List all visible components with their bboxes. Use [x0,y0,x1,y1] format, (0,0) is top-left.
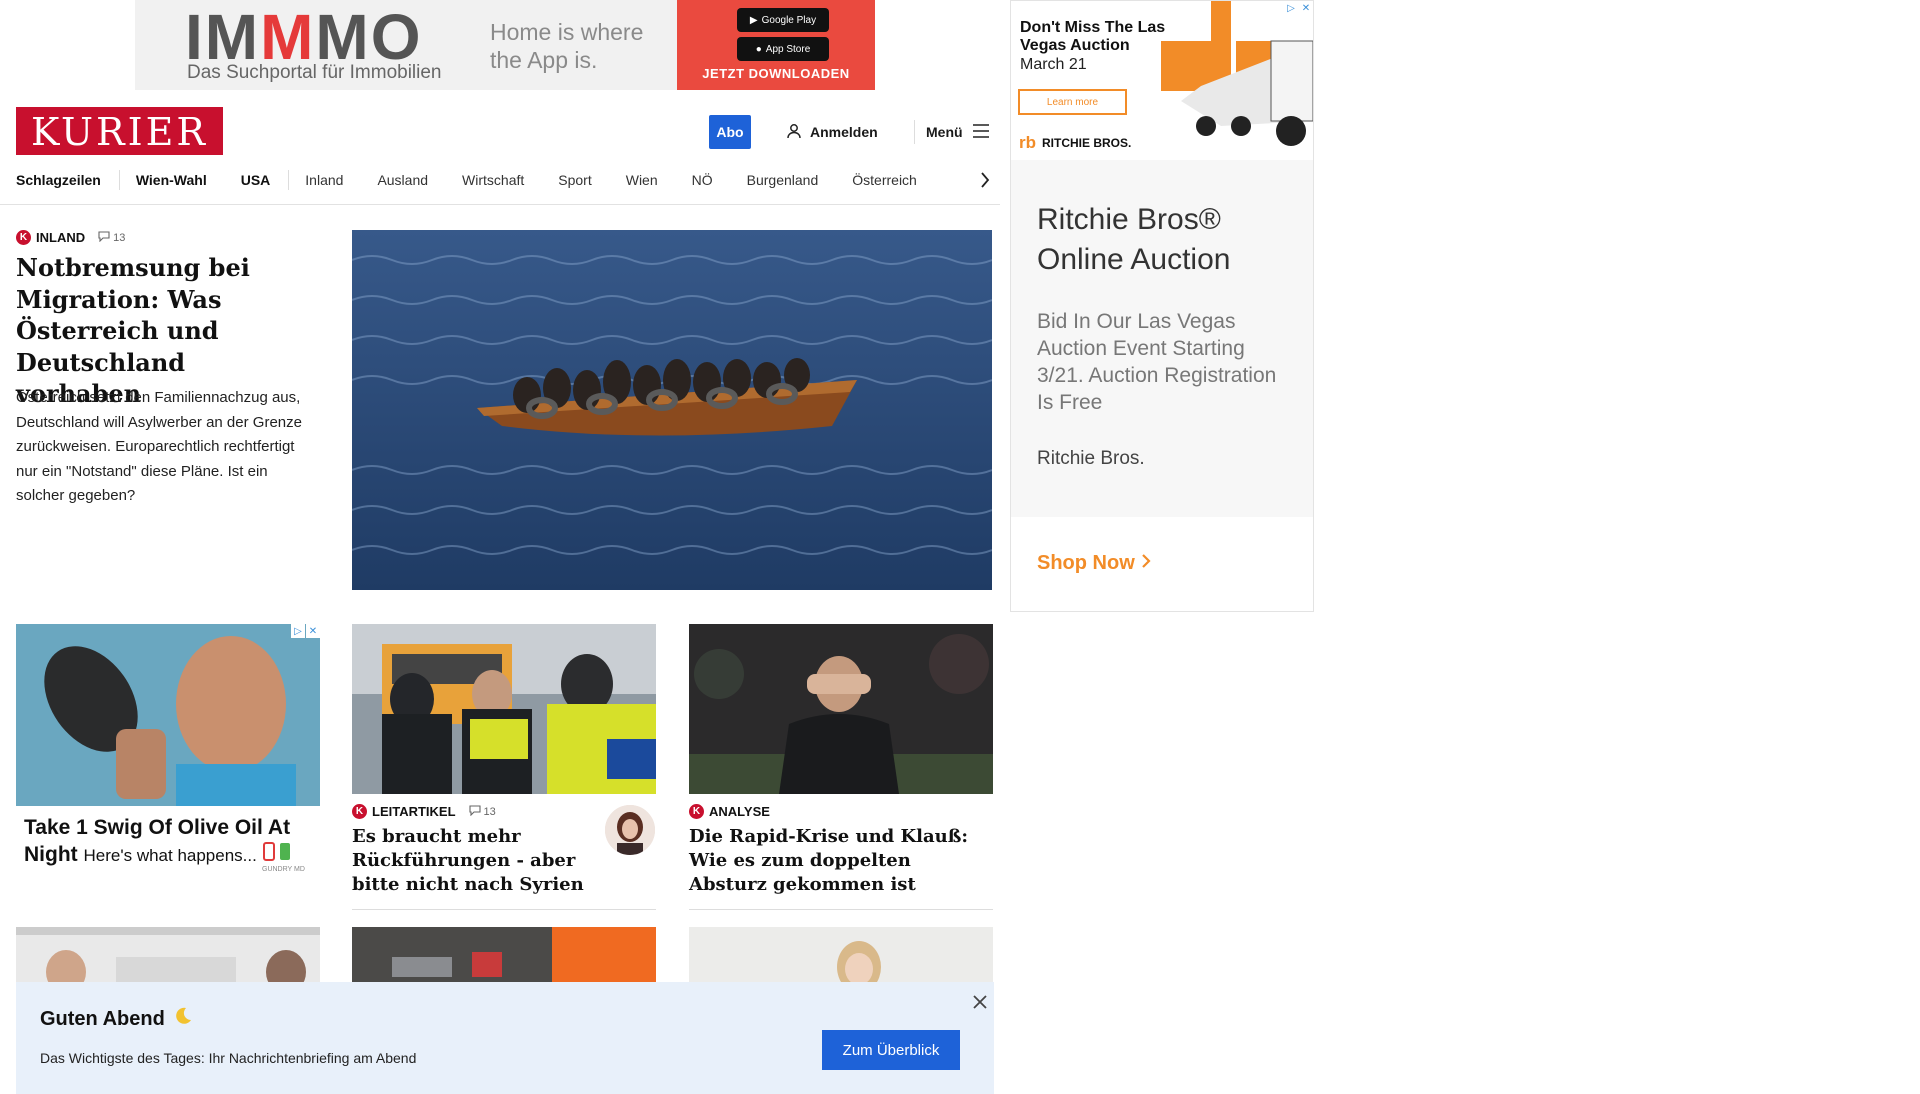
lead-kicker: K INLAND 13 [16,230,125,245]
nav-item-sport[interactable]: Sport [558,172,591,188]
article-card-peek-3[interactable] [689,927,993,987]
ad-brand: Ritchie Bros. [1037,448,1145,469]
zum-ueberblick-button[interactable]: Zum Überblick [822,1030,960,1070]
nav-item-usa[interactable]: USA [241,172,271,188]
ad-small-brand: rb RITCHIE BROS. [1019,133,1132,152]
ad-info-icon[interactable]: ▷ [291,624,305,638]
olive-ad-brand: GUNDRY MD [262,866,305,873]
abo-button[interactable]: Abo [709,115,751,149]
nav-item-inland[interactable]: Inland [305,172,343,188]
card1-comment-count[interactable]: 13 [468,804,496,819]
ad-footer: Shop Now [1011,518,1313,611]
ad-header-panel: Don't Miss The Las Vegas Auction March 2… [1011,1,1313,159]
ritchie-bros-ad[interactable]: Don't Miss The Las Vegas Auction March 2… [1010,0,1314,612]
shop-now-button[interactable]: Shop Now [1037,552,1151,575]
ad-dont-miss: Don't Miss The Las Vegas Auction [1020,19,1166,54]
lead-kicker-label: INLAND [36,230,86,245]
header-divider [914,120,915,144]
login-button[interactable]: Anmelden [786,120,878,144]
kurier-k-icon: K [352,804,367,819]
ritchie-logo-icon: rb [1019,133,1036,152]
nav-divider [288,170,290,190]
battery-icon [262,842,293,866]
ad-download-cta[interactable]: JETZT DOWNLOADEN [677,66,875,81]
comment-icon [468,804,481,819]
apple-icon: ● [755,43,762,55]
ad-download-panel[interactable]: ▶ Google Play ● App Store JETZT DOWNLOADEN [677,0,875,90]
ad-close-icon[interactable]: ✕ [306,624,320,638]
ad-tagline: Home is where the App is. [490,19,644,73]
chevron-right-icon [1141,552,1151,575]
article-card-analyse[interactable]: K ANALYSE Die Rapid-Krise und Klauß: Wie… [689,624,993,910]
ad-description: Bid In Our Las Vegas Auction Event Start… [1037,310,1277,414]
app-store-button[interactable]: ● App Store [737,37,829,61]
olive-ad-image: ▷ ✕ [16,624,320,806]
kurier-k-icon: K [16,230,31,245]
ad-date: March 21 [1020,56,1087,73]
learn-more-button[interactable]: Learn more [1018,89,1127,115]
nav-divider [118,170,120,190]
author-avatar [605,805,655,855]
ad-choices[interactable]: ▷ ✕ [291,624,320,638]
nav-item-burgenland[interactable]: Burgenland [747,172,819,188]
briefing-title: Guten Abend [40,1006,193,1032]
lead-comment-count[interactable]: 13 [98,230,125,245]
article-card-leitartikel[interactable]: K LEITARTIKEL 13 Es braucht mehr Rückfüh… [352,624,656,910]
moon-icon [173,1006,193,1032]
ad-body: Ritchie Bros® Online Auction Bid In Our … [1011,160,1313,517]
ad-title[interactable]: Ritchie Bros® Online Auction [1037,200,1297,280]
nav-item-ausland[interactable]: Ausland [377,172,428,188]
nav-scroll-right-icon[interactable] [975,168,995,192]
nav-divider-line [0,204,1000,205]
nav-item-oesterreich[interactable]: Österreich [852,172,917,188]
top-banner-ad[interactable]: IMMMO Das Suchportal für Immobilien Home… [135,0,875,90]
card2-kicker: K ANALYSE [689,804,993,819]
olive-ad-text: Take 1 Swig Of Olive Oil At Night Here's… [24,814,314,869]
briefing-subtitle: Das Wichtigste des Tages: Ihr Nachrichte… [40,1050,417,1066]
nav-item-wien[interactable]: Wien [626,172,658,188]
menu-label: Menü [926,124,963,140]
nav-item-wirtschaft[interactable]: Wirtschaft [462,172,524,188]
ad-info-icon[interactable]: ▷ [1284,1,1298,15]
ad-subtitle: Das Suchportal für Immobilien [187,62,442,83]
comment-icon [98,230,110,245]
kurier-logo[interactable]: KURIER [16,107,223,155]
close-icon[interactable] [968,990,992,1014]
nav-item-wien-wahl[interactable]: Wien-Wahl [136,172,207,188]
card2-kicker-label: ANALYSE [709,804,770,819]
card-image-coach [689,624,993,794]
card1-headline[interactable]: Es braucht mehr Rückführungen - aber bit… [352,825,592,897]
user-icon [786,123,802,142]
google-play-button[interactable]: ▶ Google Play [737,8,829,32]
article-card-peek-1[interactable] [16,927,320,987]
ad-close-icon[interactable]: ✕ [1299,1,1313,15]
card-divider [689,909,993,910]
shop-now-label: Shop Now [1037,552,1135,574]
card-image-police [352,624,656,794]
lead-teaser: Österreich setzt den Familiennachzug aus… [16,389,302,504]
article-card-peek-2[interactable] [352,927,656,987]
ad-choices[interactable]: ▷ ✕ [1284,1,1313,15]
card2-headline[interactable]: Die Rapid-Krise und Klauß: Wie es zum do… [689,825,993,897]
kurier-k-icon: K [689,804,704,819]
play-icon: ▶ [749,14,758,26]
hamburger-icon [972,123,989,141]
evening-briefing-banner: Guten Abend Das Wichtigste des Tages: Ih… [16,982,994,1094]
card-divider [352,909,656,910]
olive-oil-ad[interactable]: ▷ ✕ Take 1 Swig Of Olive Oil At Night He… [16,624,320,880]
menu-button[interactable]: Menü [926,120,989,144]
lead-image[interactable] [352,230,992,590]
olive-ad-sub: Here's what happens... [83,846,257,865]
card1-kicker-label: LEITARTIKEL [372,804,456,819]
nav-item-noe[interactable]: NÖ [692,172,713,188]
briefing-title-label: Guten Abend [40,1007,165,1030]
section-nav: Schlagzeilen Wien-Wahl USA Inland Auslan… [16,168,996,192]
nav-item-schlagzeilen[interactable]: Schlagzeilen [16,172,101,188]
login-label: Anmelden [810,124,878,140]
